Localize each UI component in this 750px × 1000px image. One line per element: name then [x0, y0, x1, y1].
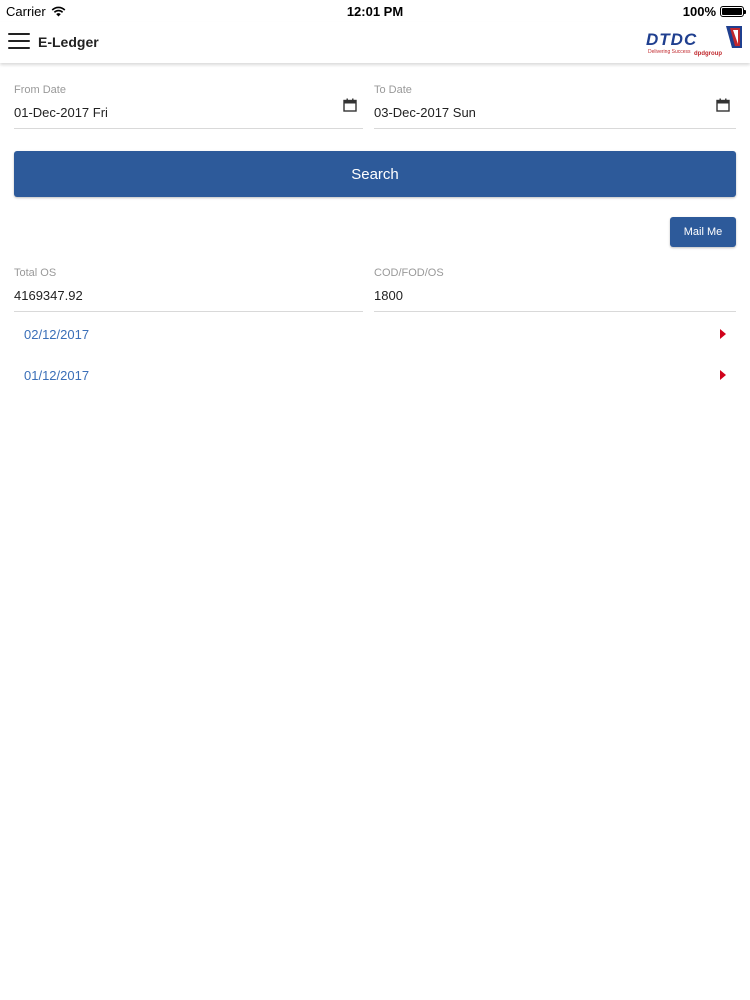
caret-right-icon	[720, 329, 726, 339]
from-date-field[interactable]: From Date 01-Dec-2017 Fri	[14, 84, 363, 129]
status-time: 12:01 PM	[346, 4, 404, 19]
to-date-field[interactable]: To Date 03-Dec-2017 Sun	[374, 84, 736, 129]
total-os-value: 4169347.92	[14, 288, 83, 303]
search-button[interactable]: Search	[14, 151, 736, 197]
mail-me-button[interactable]: Mail Me	[670, 217, 736, 247]
status-bar: Carrier 12:01 PM 100%	[0, 0, 750, 22]
calendar-icon[interactable]	[343, 98, 357, 112]
calendar-icon[interactable]	[716, 98, 730, 112]
ledger-date: 02/12/2017	[24, 327, 90, 342]
battery-fill	[722, 8, 742, 15]
cod-fod-os-label: COD/FOD/OS	[374, 267, 444, 279]
from-date-label: From Date	[14, 84, 66, 96]
logo-brand: DTDC	[646, 30, 698, 49]
hamburger-menu-icon[interactable]	[8, 33, 30, 51]
page-title: E-Ledger	[38, 34, 99, 50]
cod-fod-os-field: COD/FOD/OS 1800	[374, 267, 736, 312]
caret-right-icon	[720, 370, 726, 380]
total-os-label: Total OS	[14, 267, 57, 279]
ledger-date: 01/12/2017	[24, 368, 90, 383]
logo-partner: dpdgroup	[694, 51, 722, 57]
logo-flag-icon	[726, 26, 742, 48]
total-os-field: Total OS 4169347.92	[14, 267, 363, 312]
from-date-value: 01-Dec-2017 Fri	[14, 105, 108, 120]
logo-tagline: Delivering Success	[648, 49, 691, 55]
battery-percent: 100%	[682, 4, 716, 19]
dtdc-logo: DTDC Delivering Success dpdgroup	[646, 24, 742, 62]
ledger-list-item[interactable]: 02/12/2017	[14, 315, 736, 355]
ledger-list-item[interactable]: 01/12/2017	[14, 356, 736, 396]
app-header: E-Ledger DTDC Delivering Success dpdgrou…	[0, 22, 750, 63]
cod-fod-os-value: 1800	[374, 288, 403, 303]
to-date-value: 03-Dec-2017 Sun	[374, 105, 476, 120]
to-date-label: To Date	[374, 84, 412, 96]
battery-icon	[720, 6, 746, 17]
